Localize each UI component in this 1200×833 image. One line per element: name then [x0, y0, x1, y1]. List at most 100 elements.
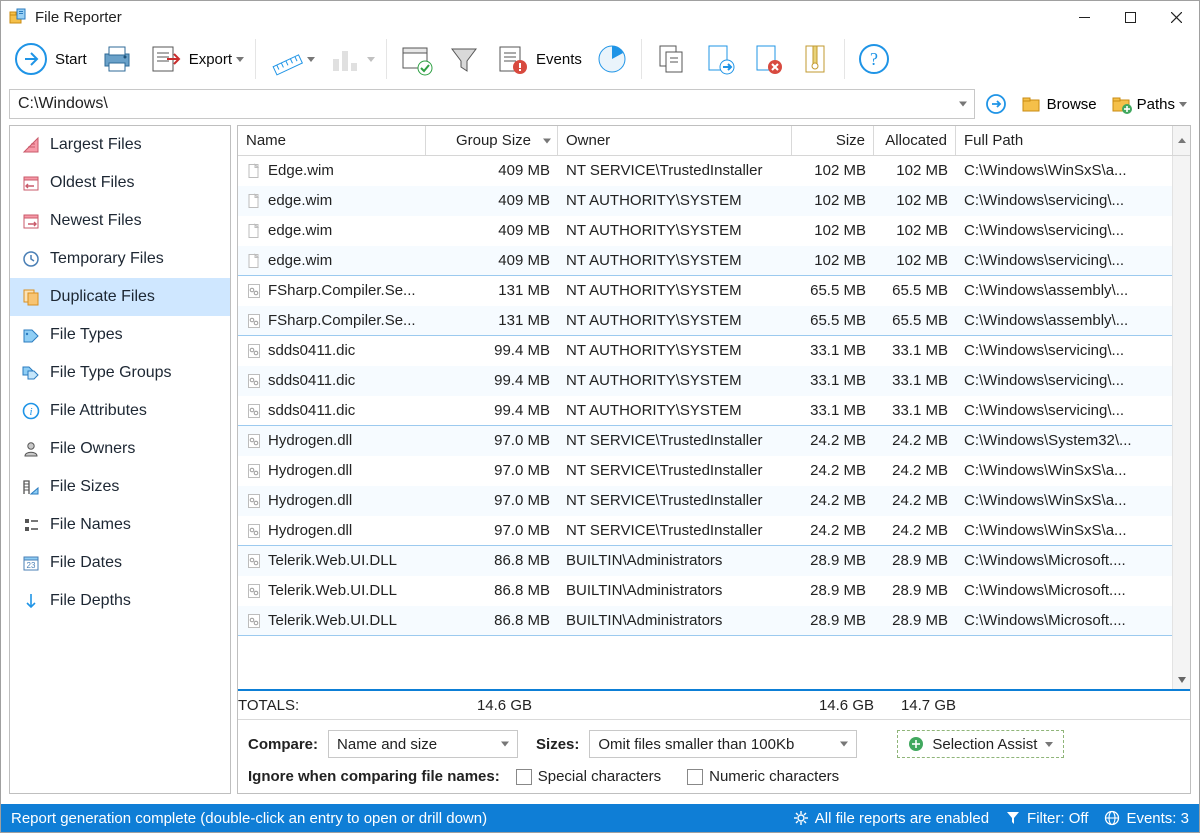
- col-name[interactable]: Name: [238, 126, 426, 155]
- sizes-label: Sizes:: [536, 736, 579, 753]
- doc-open-button[interactable]: [697, 39, 741, 79]
- cell-alloc: 28.9 MB: [874, 612, 956, 629]
- table-row[interactable]: Hydrogen.dll97.0 MBNT SERVICE\TrustedIns…: [238, 486, 1190, 516]
- titlebar: File Reporter: [1, 1, 1199, 33]
- col-group-size[interactable]: Group Size: [426, 126, 558, 155]
- table-row[interactable]: FSharp.Compiler.Se...131 MBNT AUTHORITY\…: [238, 276, 1190, 306]
- compare-dropdown[interactable]: Name and size: [328, 730, 518, 758]
- table-row[interactable]: sdds0411.dic99.4 MBNT AUTHORITY\SYSTEM33…: [238, 366, 1190, 396]
- cell-path: C:\Windows\WinSxS\a...: [956, 162, 1172, 179]
- cell-name: Hydrogen.dll: [268, 492, 352, 509]
- table-row[interactable]: Telerik.Web.UI.DLL86.8 MBBUILTIN\Adminis…: [238, 576, 1190, 606]
- col-owner[interactable]: Owner: [558, 126, 792, 155]
- sidebar-item-types[interactable]: File Types: [10, 316, 230, 354]
- table-row[interactable]: sdds0411.dic99.4 MBNT AUTHORITY\SYSTEM33…: [238, 396, 1190, 426]
- print-button[interactable]: [95, 39, 139, 79]
- filter-button[interactable]: [442, 39, 486, 79]
- cell-group: 99.4 MB: [426, 342, 558, 359]
- pathbar: Browse Paths: [1, 85, 1199, 125]
- sidebar-item-duplicate[interactable]: Duplicate Files: [10, 278, 230, 316]
- sidebar-item-newest[interactable]: Newest Files: [10, 202, 230, 240]
- sidebar-item-attrs[interactable]: iFile Attributes: [10, 392, 230, 430]
- table-body: Edge.wim409 MBNT SERVICE\TrustedInstalle…: [238, 156, 1190, 689]
- paths-button[interactable]: Paths: [1107, 91, 1191, 117]
- file-icon: [246, 223, 262, 239]
- cell-alloc: 102 MB: [874, 252, 956, 269]
- cell-owner: NT SERVICE\TrustedInstaller: [558, 162, 792, 179]
- ruler-button[interactable]: [263, 39, 319, 79]
- sidebar-item-owners[interactable]: File Owners: [10, 430, 230, 468]
- help-button[interactable]: ?: [852, 39, 896, 79]
- table-row[interactable]: FSharp.Compiler.Se...131 MBNT AUTHORITY\…: [238, 306, 1190, 336]
- table-row[interactable]: edge.wim409 MBNT AUTHORITY\SYSTEM102 MB1…: [238, 216, 1190, 246]
- chevron-down-icon[interactable]: [959, 102, 967, 107]
- events-button[interactable]: Events: [490, 39, 586, 79]
- cell-path: C:\Windows\servicing\...: [956, 372, 1172, 389]
- table-row[interactable]: Hydrogen.dll97.0 MBNT SERVICE\TrustedIns…: [238, 516, 1190, 546]
- cell-name: sdds0411.dic: [268, 342, 355, 359]
- table-header: Name Group Size Owner Size Allocated Ful…: [238, 126, 1190, 156]
- numeric-chars-checkbox[interactable]: Numeric characters: [687, 768, 839, 785]
- table-row[interactable]: Hydrogen.dll97.0 MBNT SERVICE\TrustedIns…: [238, 456, 1190, 486]
- col-allocated[interactable]: Allocated: [874, 126, 956, 155]
- chart-button[interactable]: [323, 39, 379, 79]
- scroll-up-button[interactable]: [1172, 126, 1190, 155]
- start-button[interactable]: Start: [9, 39, 91, 79]
- scroll-down-button[interactable]: [1173, 671, 1190, 689]
- cell-alloc: 102 MB: [874, 192, 956, 209]
- sidebar-item-label: Newest Files: [50, 212, 142, 230]
- table-row[interactable]: edge.wim409 MBNT AUTHORITY\SYSTEM102 MB1…: [238, 186, 1190, 216]
- status-filter[interactable]: Filter: Off: [1005, 810, 1088, 827]
- cell-owner: NT AUTHORITY\SYSTEM: [558, 312, 792, 329]
- browse-button[interactable]: Browse: [1017, 91, 1101, 117]
- sidebar-item-largest[interactable]: Largest Files: [10, 126, 230, 164]
- export-button[interactable]: Export: [143, 39, 248, 79]
- table-row[interactable]: Hydrogen.dll97.0 MBNT SERVICE\TrustedIns…: [238, 426, 1190, 456]
- cell-size: 24.2 MB: [792, 462, 874, 479]
- owners-icon: [22, 440, 40, 458]
- minimize-button[interactable]: [1061, 1, 1107, 33]
- sizes-dropdown[interactable]: Omit files smaller than 100Kb: [589, 730, 857, 758]
- sort-desc-icon: [543, 138, 551, 143]
- sidebar-item-typegroups[interactable]: File Type Groups: [10, 354, 230, 392]
- sidebar-item-temporary[interactable]: Temporary Files: [10, 240, 230, 278]
- table-row[interactable]: Edge.wim409 MBNT SERVICE\TrustedInstalle…: [238, 156, 1190, 186]
- col-full-path[interactable]: Full Path: [956, 126, 1172, 155]
- doc-delete-button[interactable]: [745, 39, 789, 79]
- window-check-button[interactable]: [394, 39, 438, 79]
- paths-label: Paths: [1137, 96, 1175, 113]
- table-row[interactable]: Telerik.Web.UI.DLL86.8 MBBUILTIN\Adminis…: [238, 546, 1190, 576]
- table-row[interactable]: Telerik.Web.UI.DLL86.8 MBBUILTIN\Adminis…: [238, 606, 1190, 636]
- special-chars-checkbox[interactable]: Special characters: [516, 768, 661, 785]
- go-button[interactable]: [981, 91, 1011, 117]
- cell-size: 24.2 MB: [792, 432, 874, 449]
- cell-alloc: 65.5 MB: [874, 312, 956, 329]
- close-button[interactable]: [1153, 1, 1199, 33]
- cell-alloc: 102 MB: [874, 162, 956, 179]
- copy-button[interactable]: [649, 39, 693, 79]
- pie-button[interactable]: [590, 39, 634, 79]
- sidebar-item-oldest[interactable]: Oldest Files: [10, 164, 230, 202]
- cell-path: C:\Windows\servicing\...: [956, 342, 1172, 359]
- cell-size: 28.9 MB: [792, 582, 874, 599]
- sidebar-item-depths[interactable]: File Depths: [10, 582, 230, 620]
- status-events[interactable]: Events: 3: [1104, 810, 1189, 827]
- sidebar-item-names[interactable]: File Names: [10, 506, 230, 544]
- sidebar-item-dates[interactable]: 23File Dates: [10, 544, 230, 582]
- cell-name: edge.wim: [268, 222, 332, 239]
- cell-owner: NT AUTHORITY\SYSTEM: [558, 222, 792, 239]
- chevron-down-icon: [236, 57, 244, 62]
- path-input[interactable]: [9, 89, 975, 119]
- table-row[interactable]: edge.wim409 MBNT AUTHORITY\SYSTEM102 MB1…: [238, 246, 1190, 276]
- table-row[interactable]: sdds0411.dic99.4 MBNT AUTHORITY\SYSTEM33…: [238, 336, 1190, 366]
- maximize-button[interactable]: [1107, 1, 1153, 33]
- selection-assist-button[interactable]: Selection Assist: [897, 730, 1064, 758]
- status-reports[interactable]: All file reports are enabled: [793, 810, 989, 827]
- file-icon: [246, 433, 262, 449]
- cell-group: 97.0 MB: [426, 432, 558, 449]
- col-size[interactable]: Size: [792, 126, 874, 155]
- sidebar-item-sizes[interactable]: File Sizes: [10, 468, 230, 506]
- cell-name: Telerik.Web.UI.DLL: [268, 552, 397, 569]
- zip-button[interactable]: [793, 39, 837, 79]
- vertical-scrollbar[interactable]: [1172, 156, 1190, 689]
